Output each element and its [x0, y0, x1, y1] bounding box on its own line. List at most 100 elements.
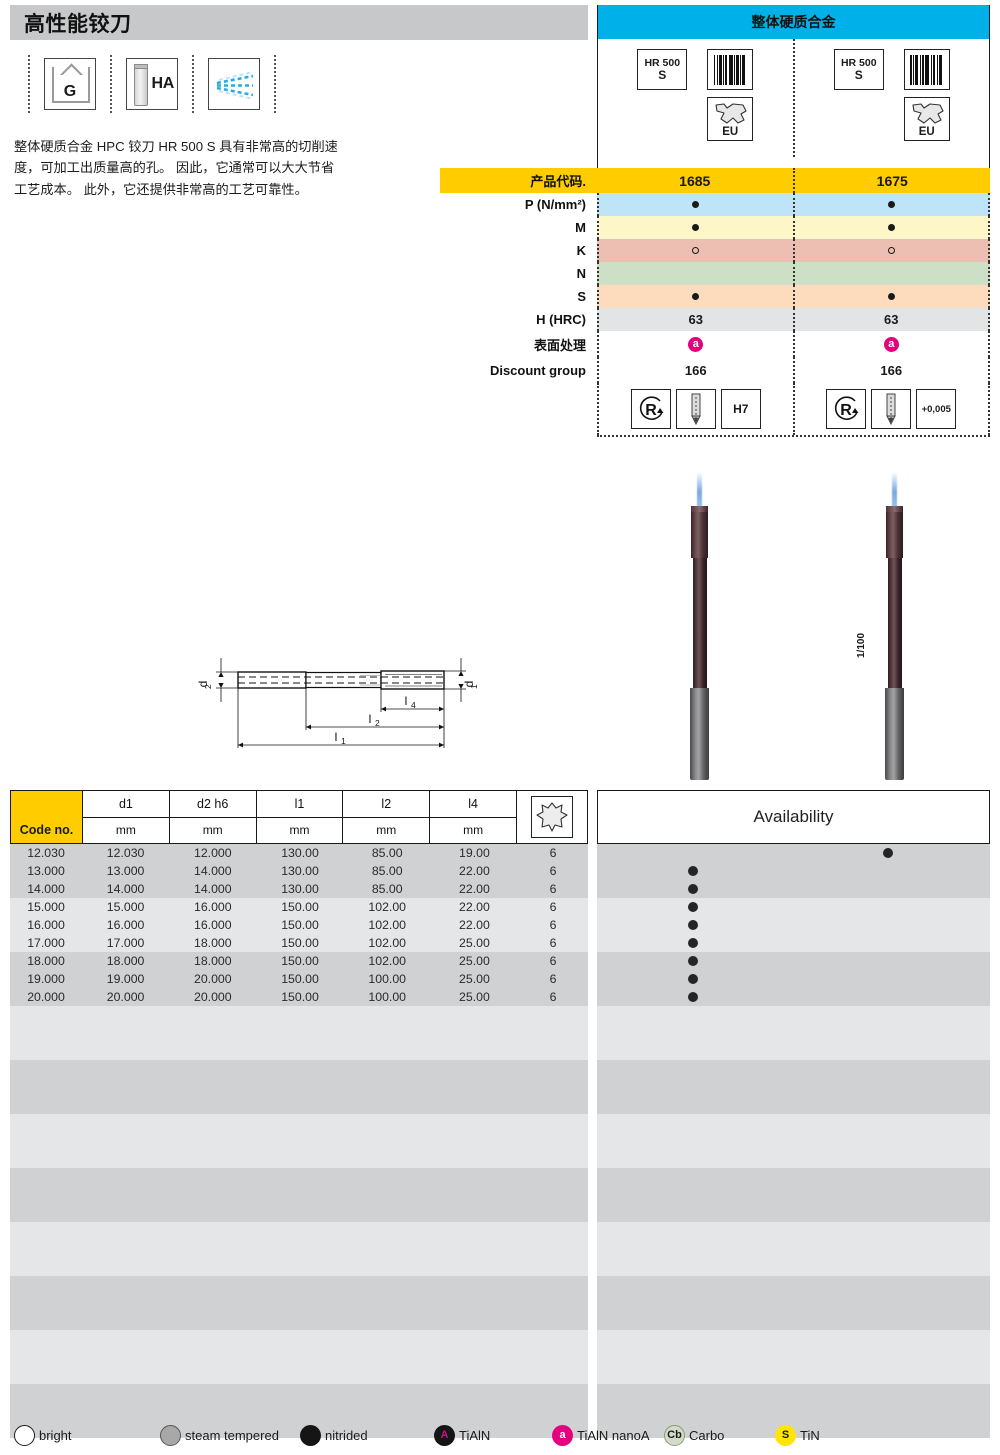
table-row-empty: [10, 1330, 588, 1348]
availability-dot: [688, 884, 698, 894]
table-row[interactable]: 17.000 17.000 18.000 150.00 102.00 25.00 6: [10, 934, 588, 952]
ha-label: HA: [151, 75, 174, 92]
column-header-l4: l4 mm: [430, 791, 517, 843]
table-row-empty: [10, 1186, 588, 1204]
availability-dot: [688, 974, 698, 984]
cell: 14.000: [193, 864, 232, 878]
page-title-bar: 高性能铰刀: [10, 5, 588, 40]
cell: 85.00: [371, 864, 403, 878]
svg-text:R: R: [840, 402, 852, 419]
table-row-empty: [10, 1276, 588, 1294]
spec-value-hrc-1: 63: [688, 312, 703, 327]
cell: 18.000: [193, 954, 232, 968]
availability-row[interactable]: [597, 844, 990, 862]
availability-row[interactable]: [597, 970, 990, 988]
cell: 19.000: [106, 972, 145, 986]
cell: 102.00: [368, 900, 407, 914]
spec-mark-p-1: [599, 193, 793, 216]
specification-table: 产品代码. 1685 1675 P (N/mm²) M K N S H (HRC…: [440, 168, 990, 437]
table-row-empty: [10, 1366, 588, 1384]
open-dot: [692, 247, 700, 254]
tool-cutting-head: [691, 506, 708, 558]
svg-text:1: 1: [341, 736, 346, 746]
technical-drawing: d 2 d 1 l 4 l 2 l 1: [180, 650, 480, 765]
cell: 100.00: [368, 990, 407, 1004]
availability-row[interactable]: [597, 934, 990, 952]
availability-row[interactable]: [597, 988, 990, 1006]
table-row[interactable]: 20.000 20.000 20.000 150.00 100.00 25.00 6: [10, 988, 588, 1006]
cell: 18.000: [27, 954, 65, 968]
column-unit: mm: [463, 823, 484, 838]
g-house-icon: G: [44, 58, 96, 110]
cell: 102.00: [368, 918, 407, 932]
legend-item-tin: S TiN: [775, 1424, 820, 1446]
column-header-code: Code no.: [11, 791, 83, 843]
barcode-bars: [910, 54, 943, 85]
table-row[interactable]: 16.000 16.000 16.000 150.00 102.00 22.00 6: [10, 916, 588, 934]
table-row[interactable]: 14.000 14.000 14.000 130.00 85.00 22.00 6: [10, 880, 588, 898]
table-row-empty: [10, 1150, 588, 1168]
spec-mark-p-2: [792, 193, 989, 216]
availability-row[interactable]: [597, 862, 990, 880]
cell: 6: [549, 936, 557, 950]
dimensions-table-body: 12.030 12.030 12.000 130.00 85.00 19.00 6 13.00…: [10, 844, 588, 1438]
spec-value-hrc-2: 63: [792, 308, 989, 331]
availability-row[interactable]: [597, 952, 990, 970]
cell: 15.000: [106, 900, 145, 914]
cell: 20.000: [106, 990, 145, 1004]
availability-row-empty: [597, 1384, 990, 1402]
cell: 6: [549, 864, 557, 878]
availability-row-empty: [597, 1150, 990, 1168]
spec-mark-m-2: [792, 216, 989, 239]
cell: 150.00: [281, 936, 319, 950]
barcode-icon: [903, 49, 950, 90]
table-row-empty: [10, 1060, 588, 1078]
table-row[interactable]: 12.030 12.030 12.000 130.00 85.00 19.00 6: [10, 844, 588, 862]
spec-value-discount-2: 166: [792, 357, 989, 383]
availability-dot: [688, 902, 698, 912]
table-row-empty: [10, 1348, 588, 1366]
availability-row-empty: [597, 1006, 990, 1024]
taper-ratio-label: 1/100: [856, 632, 867, 658]
eu-origin-icon: EU: [903, 97, 950, 141]
availability-row-empty: [597, 1330, 990, 1348]
catalog-page: 高性能铰刀 G HA 整体硬质合金 HPC 铰刀 HR 500 S 具有非常高的…: [0, 0, 1000, 1455]
cell: 6: [549, 918, 557, 932]
table-row[interactable]: 18.000 18.000 18.000 150.00 102.00 25.00 6: [10, 952, 588, 970]
spec-label: S: [577, 289, 586, 304]
availability-row-empty: [597, 1042, 990, 1060]
svg-text:l: l: [405, 694, 408, 708]
legend-item-tialn-nanoa: a TiAlN nanoA: [552, 1424, 650, 1446]
availability-row[interactable]: [597, 880, 990, 898]
table-row-empty: [10, 1096, 588, 1114]
spec-mark-k-1: [599, 239, 793, 262]
table-row[interactable]: 13.000 13.000 14.000 130.00 85.00 22.00 6: [10, 862, 588, 880]
spec-mark-s-1: [599, 285, 793, 308]
spec-label: P (N/mm²): [524, 197, 586, 212]
cell: 15.000: [27, 900, 65, 914]
availability-row[interactable]: [597, 898, 990, 916]
cell: 20.000: [27, 990, 65, 1004]
legend-label: TiAlN nanoA: [577, 1427, 650, 1443]
availability-row[interactable]: [597, 916, 990, 934]
tialn-icon: A: [434, 1424, 455, 1446]
table-row[interactable]: 15.000 15.000 16.000 150.00 102.00 22.00 6: [10, 898, 588, 916]
product-photos: 1/100: [597, 462, 990, 792]
flute-cross-section-icon: [530, 796, 573, 838]
tialn-nanoa-badge-icon: a: [688, 336, 704, 352]
availability-dot: [688, 866, 698, 876]
cell: 17.000: [106, 936, 145, 950]
feature-icons-col-2: R +0,005: [792, 383, 989, 435]
tialn-nanoa-badge-icon: a: [883, 336, 899, 352]
legend-item-carbo: Cb Carbo: [664, 1424, 724, 1446]
eu-label: EU: [722, 126, 739, 138]
table-row-empty: [10, 1006, 588, 1024]
feature-icons-col-1: R H7: [599, 383, 793, 435]
product-badges-row: HR 500 S: [598, 49, 793, 90]
table-row[interactable]: 19.000 19.000 20.000 150.00 100.00 25.00 6: [10, 970, 588, 988]
spec-value-code-1: 1685: [597, 168, 793, 193]
product-column-1: HR 500 S EU: [598, 39, 793, 157]
cell: 85.00: [371, 846, 403, 860]
g-house-label: G: [63, 83, 77, 100]
dimensions-table-header: Code no. d1 mm d2 h6 mm l1 mm l2 mm l4 m…: [10, 790, 588, 844]
